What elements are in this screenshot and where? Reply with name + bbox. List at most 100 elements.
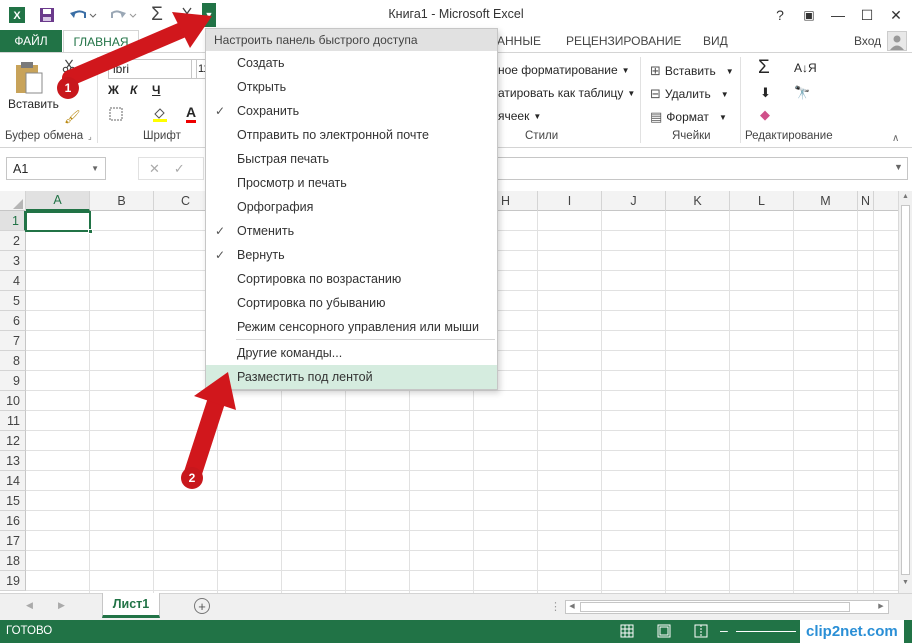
cancel-icon[interactable]: ✕	[149, 161, 160, 177]
redo-icon[interactable]	[106, 4, 140, 26]
cut-icon[interactable]	[62, 59, 76, 73]
format-painter-icon[interactable]: 🖌	[64, 109, 81, 125]
name-box[interactable]: A1 ▼	[6, 157, 106, 180]
menu-item[interactable]: Открыть	[206, 75, 497, 99]
bold-button[interactable]: Ж	[108, 83, 119, 97]
format-as-table-button[interactable]: атировать как таблицу ▼	[498, 86, 635, 100]
row-header-16[interactable]: 16	[0, 511, 26, 531]
tab-review[interactable]: РЕЦЕНЗИРОВАНИЕ	[566, 30, 681, 52]
help-button[interactable]: ?	[768, 4, 792, 26]
menu-item-show-below-ribbon[interactable]: Разместить под лентой	[206, 365, 497, 389]
add-sheet-icon[interactable]: +	[194, 598, 210, 614]
column-header-m[interactable]: M	[794, 191, 858, 211]
zoom-slider[interactable]	[736, 631, 796, 632]
menu-item-more-commands[interactable]: Другие команды...	[206, 341, 497, 365]
cell-styles-button[interactable]: ячеек ▼	[498, 109, 541, 123]
row-header-7[interactable]: 7	[0, 331, 26, 351]
row-header-3[interactable]: 3	[0, 251, 26, 271]
formula-input[interactable]	[496, 157, 908, 180]
fill-icon[interactable]: ⬇	[760, 85, 771, 101]
menu-item[interactable]: Быстрая печать	[206, 147, 497, 171]
row-header-10[interactable]: 10	[0, 391, 26, 411]
italic-button[interactable]: К	[130, 83, 137, 97]
avatar[interactable]	[887, 31, 907, 51]
column-header-a[interactable]: A	[26, 191, 90, 211]
tab-data[interactable]: АННЫЕ	[497, 30, 541, 52]
insert-cells-button[interactable]: ⊞ Вставить ▼	[650, 63, 734, 79]
row-header-12[interactable]: 12	[0, 431, 26, 451]
column-header-n[interactable]: N	[858, 191, 874, 211]
row-header-18[interactable]: 18	[0, 551, 26, 571]
customize-qat-dropdown[interactable]: ▼	[202, 3, 216, 27]
row-header-13[interactable]: 13	[0, 451, 26, 471]
menu-item[interactable]: ✓ Сохранить	[206, 99, 497, 123]
fill-handle[interactable]	[88, 229, 93, 234]
menu-item[interactable]: Орфография	[206, 195, 497, 219]
row-header-1[interactable]: 1	[0, 211, 26, 231]
menu-item[interactable]: Сортировка по возрастанию	[206, 267, 497, 291]
clear-icon[interactable]: ◆	[760, 107, 770, 123]
vertical-scrollbar[interactable]: ▲ ▼	[898, 191, 912, 593]
row-header-14[interactable]: 14	[0, 471, 26, 491]
autosum-icon[interactable]: Σ	[146, 4, 168, 26]
row-header-15[interactable]: 15	[0, 491, 26, 511]
minimize-button[interactable]: —	[826, 4, 850, 26]
scroll-up-icon[interactable]: ▲	[899, 193, 912, 203]
page-break-icon[interactable]	[694, 624, 708, 641]
menu-item[interactable]: ✓ Вернуть	[206, 243, 497, 267]
save-icon[interactable]	[36, 4, 58, 26]
horizontal-scrollbar[interactable]: ◀ ▶	[565, 600, 889, 614]
tab-home[interactable]: ГЛАВНАЯ	[63, 30, 139, 53]
column-header-b[interactable]: B	[90, 191, 154, 211]
row-header-5[interactable]: 5	[0, 291, 26, 311]
select-all-corner[interactable]	[0, 191, 26, 211]
row-header-17[interactable]: 17	[0, 531, 26, 551]
sign-in-link[interactable]: Вход	[854, 30, 881, 52]
scroll-thumb[interactable]	[901, 205, 910, 575]
column-header-k[interactable]: K	[666, 191, 730, 211]
formula-cancel-enter[interactable]: ✕ ✓	[138, 157, 204, 180]
ribbon-display-options-button[interactable]: ▣	[797, 4, 821, 26]
column-header-j[interactable]: J	[602, 191, 666, 211]
row-header-8[interactable]: 8	[0, 351, 26, 371]
enter-icon[interactable]: ✓	[174, 161, 185, 177]
menu-item[interactable]: Сортировка по убыванию	[206, 291, 497, 315]
row-header-9[interactable]: 9	[0, 371, 26, 391]
menu-item[interactable]: ✓ Отменить	[206, 219, 497, 243]
sort-filter-icon[interactable]: A↓Я	[794, 61, 817, 75]
h-scroll-thumb[interactable]	[580, 602, 850, 612]
borders-icon[interactable]	[109, 107, 123, 121]
scroll-left-icon[interactable]: ◀	[566, 601, 578, 613]
menu-item[interactable]: Просмотр и печать	[206, 171, 497, 195]
autosum-ribbon-icon[interactable]: Σ	[758, 57, 770, 79]
zoom-out-icon[interactable]: –	[720, 622, 728, 638]
dialog-launcher-icon[interactable]: ⌟	[88, 132, 92, 141]
row-header-2[interactable]: 2	[0, 231, 26, 251]
tab-split-handle[interactable]: ⋮	[550, 600, 561, 613]
row-header-4[interactable]: 4	[0, 271, 26, 291]
maximize-button[interactable]: ☐	[855, 4, 879, 26]
scroll-sheets-right-icon[interactable]: ▶	[58, 600, 65, 611]
find-select-icon[interactable]: 🔭	[794, 85, 810, 101]
conditional-formatting-button[interactable]: ное форматирование ▼	[498, 63, 630, 77]
sheet-tab-list1[interactable]: Лист1	[102, 593, 160, 618]
column-header-i[interactable]: I	[538, 191, 602, 211]
delete-cells-button[interactable]: ⊟ Удалить ▼	[650, 86, 729, 102]
tab-view[interactable]: ВИД	[703, 30, 728, 52]
row-header-6[interactable]: 6	[0, 311, 26, 331]
active-cell-a1[interactable]	[25, 211, 91, 232]
menu-item[interactable]: Режим сенсорного управления или мыши	[206, 315, 497, 339]
row-header-11[interactable]: 11	[0, 411, 26, 431]
menu-item[interactable]: Отправить по электронной почте	[206, 123, 497, 147]
normal-view-icon[interactable]	[620, 624, 634, 641]
undo-icon[interactable]	[66, 4, 100, 26]
font-color-icon[interactable]: A	[186, 104, 197, 123]
format-cells-button[interactable]: ▤ Формат ▼	[650, 109, 727, 125]
scissors-icon[interactable]	[176, 4, 198, 26]
menu-item[interactable]: Создать	[206, 51, 497, 75]
underline-button[interactable]: Ч	[152, 83, 160, 97]
row-header-19[interactable]: 19	[0, 571, 26, 591]
fill-color-icon[interactable]	[152, 106, 168, 122]
tab-file[interactable]: ФАЙЛ	[0, 30, 62, 52]
collapse-ribbon-icon[interactable]: ∧	[892, 133, 899, 144]
